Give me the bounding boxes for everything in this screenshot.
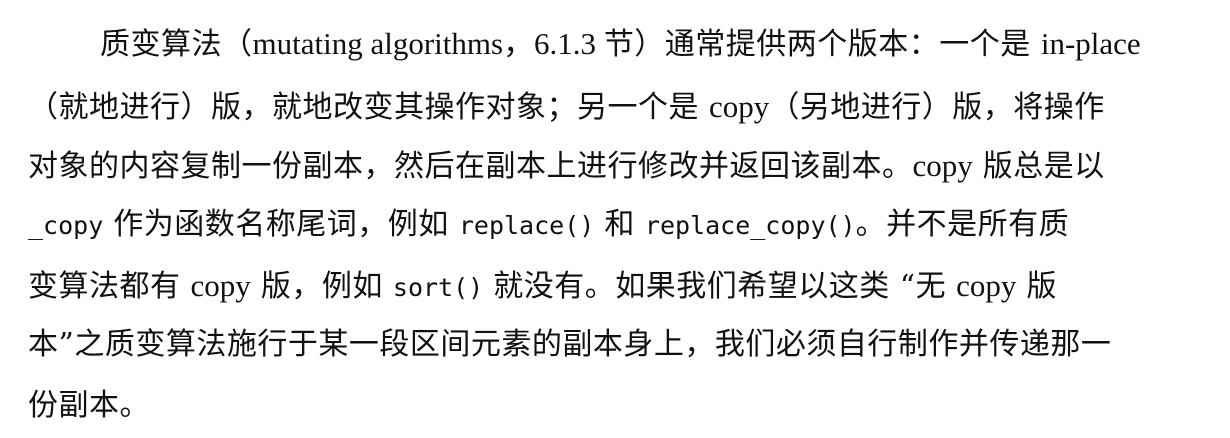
text-segment: （另地进行）版，将操作 [769,90,1105,125]
text-segment: 本”之质变算法施行于某一段区间元素的副本身上，我们必须自行制作并传递那一 [28,327,1112,362]
text-segment: 对象的内容复制一份副本，然后在副本上进行修改并返回该副本。 [28,149,913,184]
text-line: 本”之质变算法施行于某一段区间元素的副本身上，我们必须自行制作并传递那一 [28,325,1111,365]
text-segment: 和 [594,207,645,242]
text-segment: 份副本。 [28,388,150,423]
text-line: 变算法都有 copy 版，例如 sort() 就没有。如果我们希望以这类 “无 … [28,266,1057,306]
text-segment: 。并不是所有质 [855,207,1070,242]
text-segment: 版，例如 [250,269,393,304]
document-page: 质变算法（mutating algorithms，6.1.3 节）通常提供两个版… [0,0,1230,438]
inline-code: replace_copy() [644,211,856,240]
text-segment: 节）通常提供两个版本：一个是 [603,27,1041,62]
text-segment: 版总是以 [972,149,1105,184]
text-segment: copy [956,268,1017,303]
text-segment: in-place [1040,26,1141,61]
text-segment: mutating algorithms，6.1.3 [252,26,604,61]
text-line: 份副本。 [28,386,150,426]
text-segment: copy [709,89,770,124]
text-segment: 变算法都有 [28,269,191,304]
inline-code: replace() [458,211,595,240]
text-segment: 作为函数名称尾词，例如 [103,207,459,242]
text-segment: 就没有。如果我们希望以这类 “无 [483,269,957,304]
text-segment: copy [912,148,973,183]
text-line: _copy 作为函数名称尾词，例如 replace() 和 replace_co… [28,205,1069,245]
text-segment: （就地进行）版，就地改变其操作对象；另一个是 [28,90,710,125]
text-line: （就地进行）版，就地改变其操作对象；另一个是 copy（另地进行）版，将操作 [28,87,1105,127]
text-line: 对象的内容复制一份副本，然后在副本上进行修改并返回该副本。copy 版总是以 [28,146,1105,186]
text-segment: 版 [1016,269,1057,304]
text-line: 质变算法（mutating algorithms，6.1.3 节）通常提供两个版… [100,24,1141,64]
inline-code: _copy [28,211,104,240]
text-segment: 质变算法（ [100,27,253,62]
text-segment: copy [190,268,251,303]
inline-code: sort() [392,273,484,302]
